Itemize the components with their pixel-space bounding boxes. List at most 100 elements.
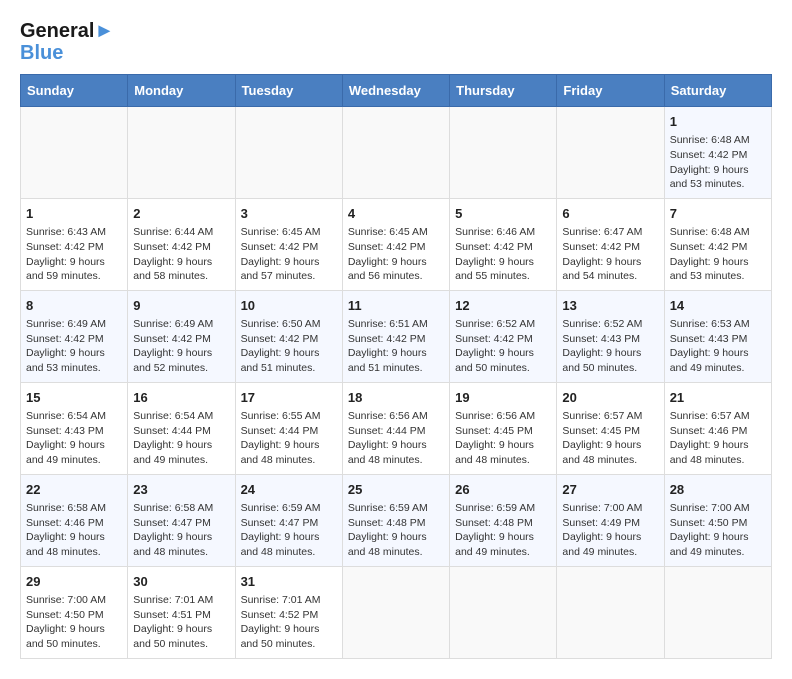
calendar-cell: 1 Sunrise: 6:48 AMSunset: 4:42 PMDaylight… <box>664 107 771 199</box>
calendar-cell: 31Sunrise: 7:01 AMSunset: 4:52 PMDayligh… <box>235 566 342 658</box>
calendar-header-row: SundayMondayTuesdayWednesdayThursdayFrid… <box>21 75 772 107</box>
calendar-cell: 28Sunrise: 7:00 AMSunset: 4:50 PMDayligh… <box>664 474 771 566</box>
day-number: 18 <box>348 389 444 407</box>
col-header-friday: Friday <box>557 75 664 107</box>
day-info: Sunrise: 6:44 AMSunset: 4:42 PMDaylight:… <box>133 225 229 284</box>
day-number: 24 <box>241 481 337 499</box>
calendar-cell <box>450 107 557 199</box>
day-info: Sunrise: 6:54 AMSunset: 4:43 PMDaylight:… <box>26 409 122 468</box>
day-number: 23 <box>133 481 229 499</box>
calendar-cell: 3 Sunrise: 6:45 AMSunset: 4:42 PMDaylight… <box>235 198 342 290</box>
calendar-week-row: 1 Sunrise: 6:48 AMSunset: 4:42 PMDaylight… <box>21 107 772 199</box>
calendar-cell <box>235 107 342 199</box>
day-info: Sunrise: 6:49 AMSunset: 4:42 PMDaylight:… <box>133 317 229 376</box>
day-number: 10 <box>241 297 337 315</box>
calendar-cell: 21Sunrise: 6:57 AMSunset: 4:46 PMDayligh… <box>664 382 771 474</box>
calendar-table: SundayMondayTuesdayWednesdayThursdayFrid… <box>20 74 772 659</box>
col-header-tuesday: Tuesday <box>235 75 342 107</box>
day-info: Sunrise: 6:50 AMSunset: 4:42 PMDaylight:… <box>241 317 337 376</box>
day-info: Sunrise: 6:59 AMSunset: 4:47 PMDaylight:… <box>241 501 337 560</box>
calendar-cell: 23Sunrise: 6:58 AMSunset: 4:47 PMDayligh… <box>128 474 235 566</box>
day-number: 22 <box>26 481 122 499</box>
day-number: 19 <box>455 389 551 407</box>
day-number: 26 <box>455 481 551 499</box>
col-header-saturday: Saturday <box>664 75 771 107</box>
logo-text: General► Blue <box>20 20 114 64</box>
day-number: 17 <box>241 389 337 407</box>
day-number: 29 <box>26 573 122 591</box>
day-info: Sunrise: 7:00 AMSunset: 4:50 PMDaylight:… <box>26 593 122 652</box>
calendar-cell: 29 Sunrise: 7:00 AMSunset: 4:50 PMDayligh… <box>21 566 128 658</box>
calendar-cell: 4 Sunrise: 6:45 AMSunset: 4:42 PMDaylight… <box>342 198 449 290</box>
day-info: Sunrise: 6:56 AMSunset: 4:45 PMDaylight:… <box>455 409 551 468</box>
calendar-cell: 20 Sunrise: 6:57 AMSunset: 4:45 PMDayligh… <box>557 382 664 474</box>
day-info: Sunrise: 6:53 AMSunset: 4:43 PMDaylight:… <box>670 317 766 376</box>
day-number: 3 <box>241 205 337 223</box>
calendar-cell <box>128 107 235 199</box>
calendar-cell: 24 Sunrise: 6:59 AMSunset: 4:47 PMDayligh… <box>235 474 342 566</box>
calendar-cell: 15 Sunrise: 6:54 AMSunset: 4:43 PMDayligh… <box>21 382 128 474</box>
logo: General► Blue <box>20 20 114 64</box>
day-number: 15 <box>26 389 122 407</box>
col-header-monday: Monday <box>128 75 235 107</box>
calendar-cell <box>342 566 449 658</box>
day-number: 9 <box>133 297 229 315</box>
day-number: 6 <box>562 205 658 223</box>
calendar-cell: 7Sunrise: 6:48 AMSunset: 4:42 PMDaylight… <box>664 198 771 290</box>
day-info: Sunrise: 6:59 AMSunset: 4:48 PMDaylight:… <box>348 501 444 560</box>
day-info: Sunrise: 6:48 AMSunset: 4:42 PMDaylight:… <box>670 133 766 192</box>
day-number: 1 <box>670 113 766 131</box>
day-info: Sunrise: 6:54 AMSunset: 4:44 PMDaylight:… <box>133 409 229 468</box>
calendar-cell: 18Sunrise: 6:56 AMSunset: 4:44 PMDayligh… <box>342 382 449 474</box>
calendar-cell: 25 Sunrise: 6:59 AMSunset: 4:48 PMDayligh… <box>342 474 449 566</box>
day-number: 1 <box>26 205 122 223</box>
page-header: General► Blue <box>20 20 772 64</box>
calendar-cell: 30 Sunrise: 7:01 AMSunset: 4:51 PMDayligh… <box>128 566 235 658</box>
calendar-cell: 9 Sunrise: 6:49 AMSunset: 4:42 PMDaylight… <box>128 290 235 382</box>
calendar-cell <box>450 566 557 658</box>
day-info: Sunrise: 6:47 AMSunset: 4:42 PMDaylight:… <box>562 225 658 284</box>
day-number: 5 <box>455 205 551 223</box>
calendar-cell <box>342 107 449 199</box>
calendar-cell: 8 Sunrise: 6:49 AMSunset: 4:42 PMDaylight… <box>21 290 128 382</box>
day-info: Sunrise: 6:45 AMSunset: 4:42 PMDaylight:… <box>348 225 444 284</box>
day-info: Sunrise: 6:45 AMSunset: 4:42 PMDaylight:… <box>241 225 337 284</box>
day-info: Sunrise: 6:55 AMSunset: 4:44 PMDaylight:… <box>241 409 337 468</box>
day-info: Sunrise: 6:57 AMSunset: 4:46 PMDaylight:… <box>670 409 766 468</box>
day-number: 11 <box>348 297 444 315</box>
day-number: 31 <box>241 573 337 591</box>
calendar-cell: 16 Sunrise: 6:54 AMSunset: 4:44 PMDayligh… <box>128 382 235 474</box>
calendar-week-row: 1Sunrise: 6:43 AMSunset: 4:42 PMDaylight… <box>21 198 772 290</box>
calendar-cell: 27Sunrise: 7:00 AMSunset: 4:49 PMDayligh… <box>557 474 664 566</box>
col-header-sunday: Sunday <box>21 75 128 107</box>
calendar-week-row: 22Sunrise: 6:58 AMSunset: 4:46 PMDayligh… <box>21 474 772 566</box>
calendar-cell: 22Sunrise: 6:58 AMSunset: 4:46 PMDayligh… <box>21 474 128 566</box>
day-number: 8 <box>26 297 122 315</box>
day-info: Sunrise: 6:49 AMSunset: 4:42 PMDaylight:… <box>26 317 122 376</box>
day-info: Sunrise: 6:52 AMSunset: 4:42 PMDaylight:… <box>455 317 551 376</box>
calendar-cell: 19 Sunrise: 6:56 AMSunset: 4:45 PMDayligh… <box>450 382 557 474</box>
calendar-week-row: 8 Sunrise: 6:49 AMSunset: 4:42 PMDaylight… <box>21 290 772 382</box>
col-header-thursday: Thursday <box>450 75 557 107</box>
calendar-cell: 10 Sunrise: 6:50 AMSunset: 4:42 PMDayligh… <box>235 290 342 382</box>
day-number: 20 <box>562 389 658 407</box>
calendar-cell: 13Sunrise: 6:52 AMSunset: 4:43 PMDayligh… <box>557 290 664 382</box>
day-info: Sunrise: 6:52 AMSunset: 4:43 PMDaylight:… <box>562 317 658 376</box>
calendar-cell: 26Sunrise: 6:59 AMSunset: 4:48 PMDayligh… <box>450 474 557 566</box>
day-info: Sunrise: 6:57 AMSunset: 4:45 PMDaylight:… <box>562 409 658 468</box>
day-info: Sunrise: 6:48 AMSunset: 4:42 PMDaylight:… <box>670 225 766 284</box>
day-number: 27 <box>562 481 658 499</box>
calendar-cell: 12Sunrise: 6:52 AMSunset: 4:42 PMDayligh… <box>450 290 557 382</box>
day-number: 16 <box>133 389 229 407</box>
day-number: 4 <box>348 205 444 223</box>
calendar-cell: 17 Sunrise: 6:55 AMSunset: 4:44 PMDayligh… <box>235 382 342 474</box>
day-number: 28 <box>670 481 766 499</box>
day-info: Sunrise: 7:01 AMSunset: 4:51 PMDaylight:… <box>133 593 229 652</box>
day-number: 25 <box>348 481 444 499</box>
calendar-cell: 6 Sunrise: 6:47 AMSunset: 4:42 PMDaylight… <box>557 198 664 290</box>
day-number: 30 <box>133 573 229 591</box>
calendar-cell <box>664 566 771 658</box>
day-number: 14 <box>670 297 766 315</box>
day-info: Sunrise: 6:51 AMSunset: 4:42 PMDaylight:… <box>348 317 444 376</box>
col-header-wednesday: Wednesday <box>342 75 449 107</box>
